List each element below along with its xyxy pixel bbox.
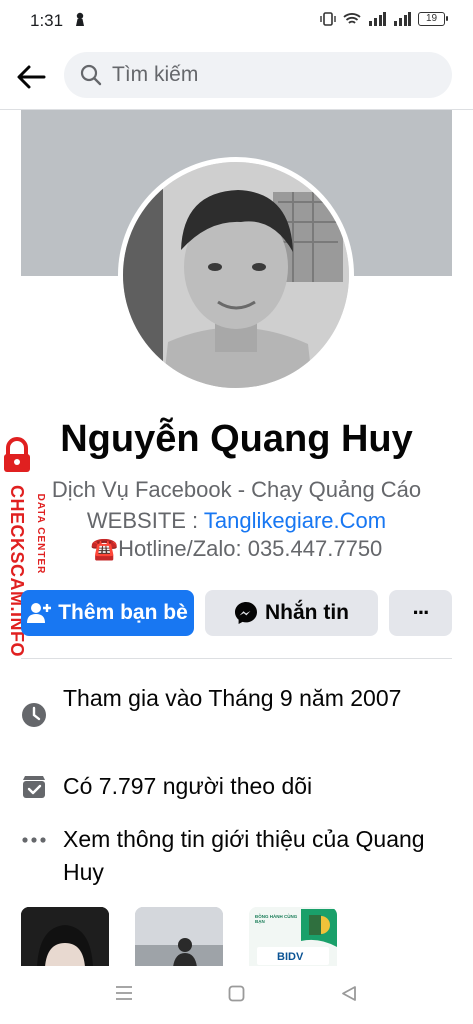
vibrate-icon xyxy=(320,12,336,26)
photo-thumbnail-1[interactable] xyxy=(21,907,109,967)
lock-status-icon xyxy=(76,12,84,26)
signal-icon-1 xyxy=(369,12,386,26)
bio-website: WEBSITE : Tanglikegiare.Com xyxy=(0,508,473,534)
joined-text: Tham gia vào Tháng 9 năm 2007 xyxy=(63,685,402,711)
top-bar xyxy=(0,46,473,108)
bio-hotline: ☎️Hotline/Zalo: 035.447.7750 xyxy=(0,536,473,562)
battery-indicator: 19 xyxy=(418,12,448,26)
telephone-icon: ☎️ xyxy=(90,536,119,561)
messenger-icon xyxy=(234,601,258,625)
home-square-icon[interactable] xyxy=(228,985,245,1002)
search-input[interactable] xyxy=(112,63,412,87)
section-divider xyxy=(21,658,452,659)
message-label: Nhắn tin xyxy=(265,601,349,624)
add-friend-label: Thêm bạn bè xyxy=(58,601,188,624)
status-icons: 19 xyxy=(320,12,448,26)
back-button[interactable] xyxy=(14,60,48,94)
photo-3-caption: ĐỒNG HÀNH CÙNG BẠN xyxy=(255,914,298,924)
message-button[interactable]: Nhắn tin xyxy=(205,590,378,636)
photo-2-image xyxy=(135,907,223,967)
profile-name: Nguyễn Quang Huy xyxy=(60,418,413,460)
avatar-photo xyxy=(123,162,349,388)
back-triangle-icon[interactable] xyxy=(341,985,357,1002)
status-bar: 1:31 19 xyxy=(0,0,473,40)
back-arrow-icon xyxy=(17,65,46,89)
system-nav-bar xyxy=(0,966,473,1024)
followers-icon xyxy=(23,776,45,798)
clock-icon xyxy=(22,703,46,727)
more-options-button[interactable]: ··· xyxy=(389,590,452,636)
profile-avatar[interactable] xyxy=(123,162,349,388)
signal-icon-2 xyxy=(394,12,411,26)
website-label: WEBSITE : xyxy=(86,508,204,533)
search-bar[interactable] xyxy=(64,52,452,98)
search-icon xyxy=(80,64,102,86)
add-person-icon xyxy=(27,602,52,624)
more-ellipsis-icon xyxy=(22,837,46,843)
photo-thumbnail-2[interactable] xyxy=(135,907,223,967)
ellipsis-icon: ··· xyxy=(412,600,431,625)
add-friend-button[interactable]: Thêm bạn bè xyxy=(21,590,194,636)
followers-text: Có 7.797 người theo dõi xyxy=(63,773,313,799)
website-link[interactable]: Tanglikegiare.Com xyxy=(204,508,386,533)
photo-3-brand: BIDV xyxy=(277,951,304,963)
bio-line-1: Dịch Vụ Facebook - Chạy Quảng Cáo xyxy=(51,477,422,502)
status-time: 1:31 xyxy=(30,11,64,30)
see-about-text: Xem thông tin giới thiệu của Quang Huy xyxy=(63,826,425,885)
photo-thumbnail-3[interactable]: ĐỒNG HÀNH CÙNG BẠN BIDV xyxy=(249,907,337,967)
recents-menu-icon[interactable] xyxy=(115,985,133,1001)
hotline-text: Hotline/Zalo: 035.447.7750 xyxy=(118,536,383,561)
photo-1-image xyxy=(21,907,109,967)
wifi-icon xyxy=(343,13,361,24)
